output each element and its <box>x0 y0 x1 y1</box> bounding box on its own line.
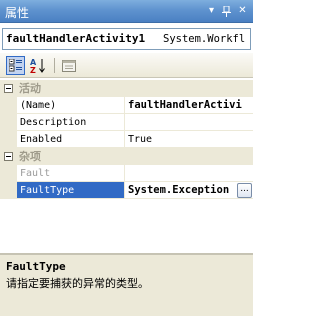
property-name: Description <box>17 114 125 131</box>
category-row-misc[interactable]: 杂项 <box>0 148 253 165</box>
property-name: Enabled <box>17 131 125 148</box>
selected-object-type: System.Workfl <box>163 33 246 45</box>
pin-icon[interactable] <box>220 4 233 18</box>
property-value[interactable]: faultHandlerActivi <box>125 97 253 114</box>
category-label: 活动 <box>19 82 41 95</box>
properties-panel: 属性 ▾ ✕ faultHandlerActivity1 System.Work… <box>0 0 253 316</box>
title-bar[interactable]: 属性 ▾ ✕ <box>0 0 253 23</box>
selected-object-name: faultHandlerActivity1 <box>6 32 146 45</box>
property-value[interactable] <box>125 165 253 182</box>
property-name: FaultType <box>17 182 125 199</box>
property-row-faulttype[interactable]: FaultType System.Exception ... <box>0 182 253 199</box>
description-text: 请指定要捕获的异常的类型。 <box>6 277 149 290</box>
close-icon[interactable]: ✕ <box>236 4 249 18</box>
property-name: (Name) <box>17 97 125 114</box>
category-row-activity[interactable]: 活动 <box>0 80 253 97</box>
panel-title: 属性 <box>5 6 30 20</box>
property-row-description[interactable]: Description <box>0 114 253 131</box>
description-pane: FaultType 请指定要捕获的异常的类型。 <box>0 253 253 316</box>
property-value[interactable] <box>125 114 253 131</box>
dropdown-arrow-icon[interactable]: ▾ <box>205 4 218 18</box>
property-value[interactable]: System.Exception <box>125 182 253 199</box>
property-name: Fault <box>17 165 125 182</box>
property-row-enabled[interactable]: Enabled True <box>0 131 253 148</box>
property-pages-icon[interactable] <box>59 56 78 75</box>
alphabetical-sort-icon[interactable]: A Z <box>28 56 47 75</box>
description-title: FaultType <box>6 260 66 273</box>
collapse-icon[interactable] <box>4 84 13 93</box>
object-selector[interactable]: faultHandlerActivity1 System.Workfl <box>2 28 251 50</box>
ellipsis-button[interactable]: ... <box>237 183 252 198</box>
collapse-icon[interactable] <box>4 152 13 161</box>
property-row-fault[interactable]: Fault <box>0 165 253 182</box>
property-grid: 活动 (Name) faultHandlerActivi Description… <box>0 80 253 200</box>
svg-text:Z: Z <box>30 66 36 74</box>
property-row-name[interactable]: (Name) faultHandlerActivi <box>0 97 253 114</box>
toolbar: A Z <box>0 53 253 78</box>
category-label: 杂项 <box>19 150 41 163</box>
toolbar-separator <box>54 58 55 73</box>
property-value-text: System.Exception <box>128 184 230 196</box>
categorized-view-icon[interactable] <box>6 56 25 75</box>
property-value[interactable]: True <box>125 131 253 148</box>
